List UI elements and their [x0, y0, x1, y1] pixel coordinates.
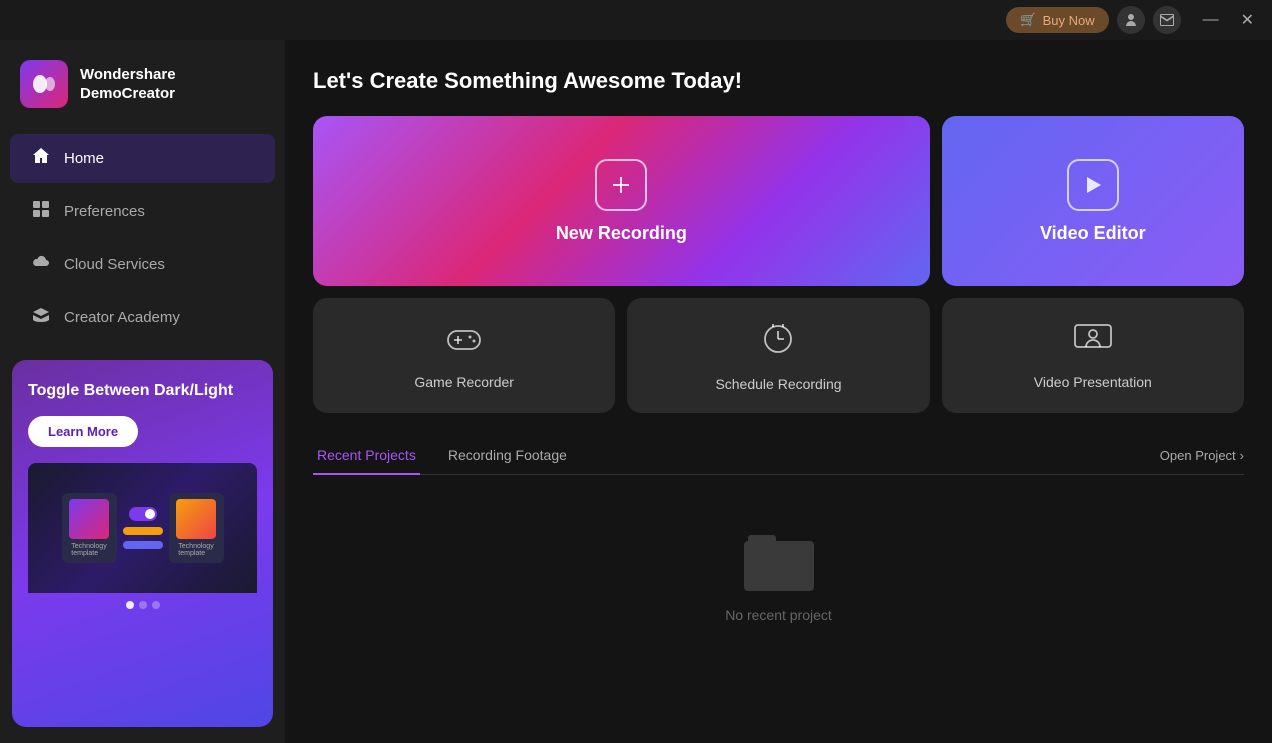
- video-presentation-card[interactable]: Video Presentation: [942, 298, 1244, 413]
- video-presentation-label: Video Presentation: [1034, 374, 1152, 390]
- video-editor-card[interactable]: Video Editor: [942, 116, 1244, 286]
- learn-more-button[interactable]: Learn More: [28, 416, 138, 447]
- empty-state: No recent project: [313, 495, 1244, 663]
- sidebar-item-label-home: Home: [64, 150, 104, 167]
- buy-now-button[interactable]: 🛒 Buy Now: [1006, 7, 1108, 33]
- sidebar-item-creator-academy[interactable]: Creator Academy: [10, 293, 275, 342]
- video-editor-icon-wrapper: [1067, 159, 1119, 211]
- person-screen-icon: [1073, 321, 1113, 364]
- promo-preview: Technologytemplate Technologytemplate: [28, 463, 257, 593]
- window-controls: — ✕: [1197, 6, 1260, 34]
- clock-icon: [759, 319, 797, 366]
- open-project-link[interactable]: Open Project ›: [1160, 448, 1244, 463]
- promo-mini-card-1: Technologytemplate: [62, 493, 117, 563]
- promo-dots: [28, 593, 257, 617]
- sidebar-item-label-preferences: Preferences: [64, 203, 145, 220]
- chevron-right-icon: ›: [1240, 448, 1244, 463]
- gamepad-icon: [444, 322, 484, 364]
- promo-title: Toggle Between Dark/Light: [28, 380, 257, 402]
- new-recording-label: New Recording: [556, 223, 687, 244]
- user-icon: [1123, 12, 1139, 28]
- schedule-recording-label: Schedule Recording: [715, 376, 841, 392]
- logo-text: Wondershare DemoCreator: [80, 65, 265, 104]
- user-icon-button[interactable]: [1117, 6, 1145, 34]
- play-icon: [1081, 173, 1105, 197]
- home-icon: [30, 147, 52, 170]
- tabs-row: Recent Projects Recording Footage Open P…: [313, 437, 1244, 475]
- cards-grid: New Recording Video Editor: [313, 116, 1244, 413]
- sidebar-item-preferences[interactable]: Preferences: [10, 187, 275, 236]
- new-recording-icon-wrapper: [595, 159, 647, 211]
- empty-state-text: No recent project: [725, 607, 832, 623]
- main-content: Let's Create Something Awesome Today! Ne…: [285, 40, 1272, 743]
- promo-toggle: [129, 507, 157, 521]
- promo-mini-card-2: Technologytemplate: [169, 493, 224, 563]
- logo-area: Wondershare DemoCreator: [0, 40, 285, 132]
- cart-icon: 🛒: [1020, 12, 1036, 28]
- sidebar-item-cloud-services[interactable]: Cloud Services: [10, 240, 275, 289]
- gamepad-svg: [444, 323, 484, 355]
- buy-now-label: Buy Now: [1043, 13, 1095, 28]
- minimize-button[interactable]: —: [1197, 7, 1225, 33]
- cloud-icon: [30, 253, 52, 276]
- close-button[interactable]: ✕: [1235, 6, 1260, 34]
- folder-icon: [744, 535, 814, 591]
- mail-icon: [1159, 12, 1175, 28]
- game-recorder-label: Game Recorder: [414, 374, 514, 390]
- mail-icon-button[interactable]: [1153, 6, 1181, 34]
- schedule-recording-card[interactable]: Schedule Recording: [627, 298, 929, 413]
- app-body: Wondershare DemoCreator Home Preferences…: [0, 40, 1272, 743]
- open-project-label: Open Project: [1160, 448, 1236, 463]
- titlebar: 🛒 Buy Now — ✕: [0, 0, 1272, 40]
- clock-svg: [759, 319, 797, 357]
- sidebar: Wondershare DemoCreator Home Preferences…: [0, 40, 285, 743]
- logo-svg: [30, 70, 58, 98]
- page-heading: Let's Create Something Awesome Today!: [313, 68, 1244, 94]
- grid-icon: [30, 200, 52, 223]
- logo-icon: [20, 60, 68, 108]
- plus-icon: [609, 173, 633, 197]
- tab-recent-projects[interactable]: Recent Projects: [313, 437, 420, 475]
- sidebar-item-label-cloud: Cloud Services: [64, 256, 165, 273]
- sidebar-item-home[interactable]: Home: [10, 134, 275, 183]
- graduation-icon: [30, 306, 52, 329]
- video-editor-label: Video Editor: [1040, 223, 1146, 244]
- sidebar-item-label-academy: Creator Academy: [64, 309, 180, 326]
- tab-recording-footage[interactable]: Recording Footage: [444, 437, 571, 475]
- presentation-svg: [1073, 321, 1113, 355]
- promo-banner: Toggle Between Dark/Light Learn More Tec…: [12, 360, 273, 727]
- game-recorder-card[interactable]: Game Recorder: [313, 298, 615, 413]
- new-recording-card[interactable]: New Recording: [313, 116, 930, 286]
